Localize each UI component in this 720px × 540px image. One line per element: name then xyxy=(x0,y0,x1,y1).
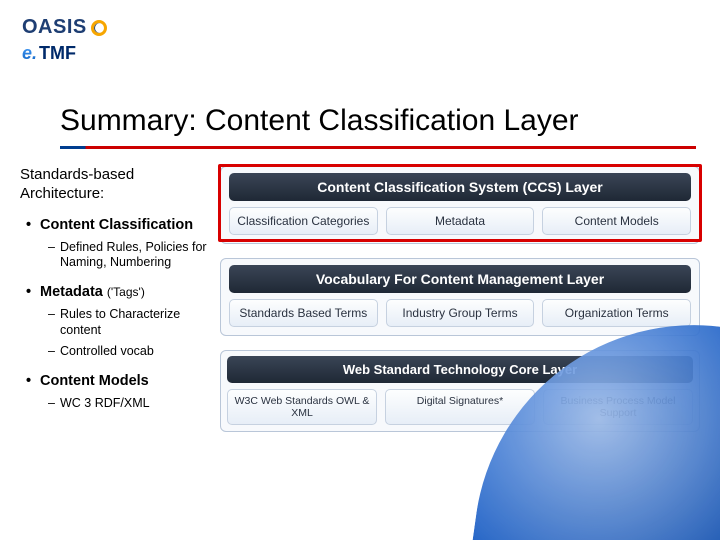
etmf-logo-e: e. xyxy=(22,43,37,64)
left-heading: Standards-based Architecture: xyxy=(20,166,216,204)
layer-ccs-row: Classification Categories Metadata Conte… xyxy=(229,207,691,235)
bullet-text: Metadata xyxy=(40,284,103,300)
pill-content-models: Content Models xyxy=(542,207,691,235)
layer-vocab-title: Vocabulary For Content Management Layer xyxy=(229,265,691,293)
bullet-text: Content Models xyxy=(40,373,149,389)
title-wrap: Summary: Content Classification Layer xyxy=(60,104,696,149)
pill-org-terms: Organization Terms xyxy=(542,299,691,327)
subbullet-defined-rules: Defined Rules, Policies for Naming, Numb… xyxy=(20,240,216,271)
pill-standards-terms: Standards Based Terms xyxy=(229,299,378,327)
pill-w3c: W3C Web Standards OWL & XML xyxy=(227,389,377,425)
bullet-content-models: Content Models xyxy=(20,372,216,390)
pill-industry-terms: Industry Group Terms xyxy=(386,299,535,327)
layer-ccs-title: Content Classification System (CCS) Laye… xyxy=(229,173,691,201)
left-column: Standards-based Architecture: Content Cl… xyxy=(20,166,216,412)
pill-classification-categories: Classification Categories xyxy=(229,207,378,235)
subbullet-wc3: WC 3 RDF/XML xyxy=(20,396,216,412)
bullet-content-classification: Content Classification xyxy=(20,216,216,234)
etmf-logo-tmf: TMF xyxy=(39,43,76,64)
bullet-text: Content Classification xyxy=(40,217,193,233)
oasis-logo-text: OASIS xyxy=(22,16,87,39)
bullet-list: Content Classification Defined Rules, Po… xyxy=(20,216,216,412)
subbullet-rules-characterize: Rules to Characterize content xyxy=(20,307,216,338)
bullet-metadata: Metadata ('Tags') xyxy=(20,283,216,301)
subbullet-controlled-vocab: Controlled vocab xyxy=(20,344,216,360)
oasis-logo: OASIS xyxy=(22,16,107,39)
etmf-logo: e. TMF xyxy=(22,43,107,64)
slide-root: OASIS e. TMF Summary: Content Classifica… xyxy=(0,0,720,540)
title-underline xyxy=(60,146,696,149)
bullet-note: ('Tags') xyxy=(107,285,145,299)
layer-vocab: Vocabulary For Content Management Layer … xyxy=(220,258,700,336)
page-title: Summary: Content Classification Layer xyxy=(60,104,696,138)
pill-metadata: Metadata xyxy=(386,207,535,235)
layer-vocab-row: Standards Based Terms Industry Group Ter… xyxy=(229,299,691,327)
layer-ccs: Content Classification System (CCS) Laye… xyxy=(220,166,700,244)
logo-block: OASIS e. TMF xyxy=(22,16,107,64)
oasis-logo-icon xyxy=(91,20,107,36)
